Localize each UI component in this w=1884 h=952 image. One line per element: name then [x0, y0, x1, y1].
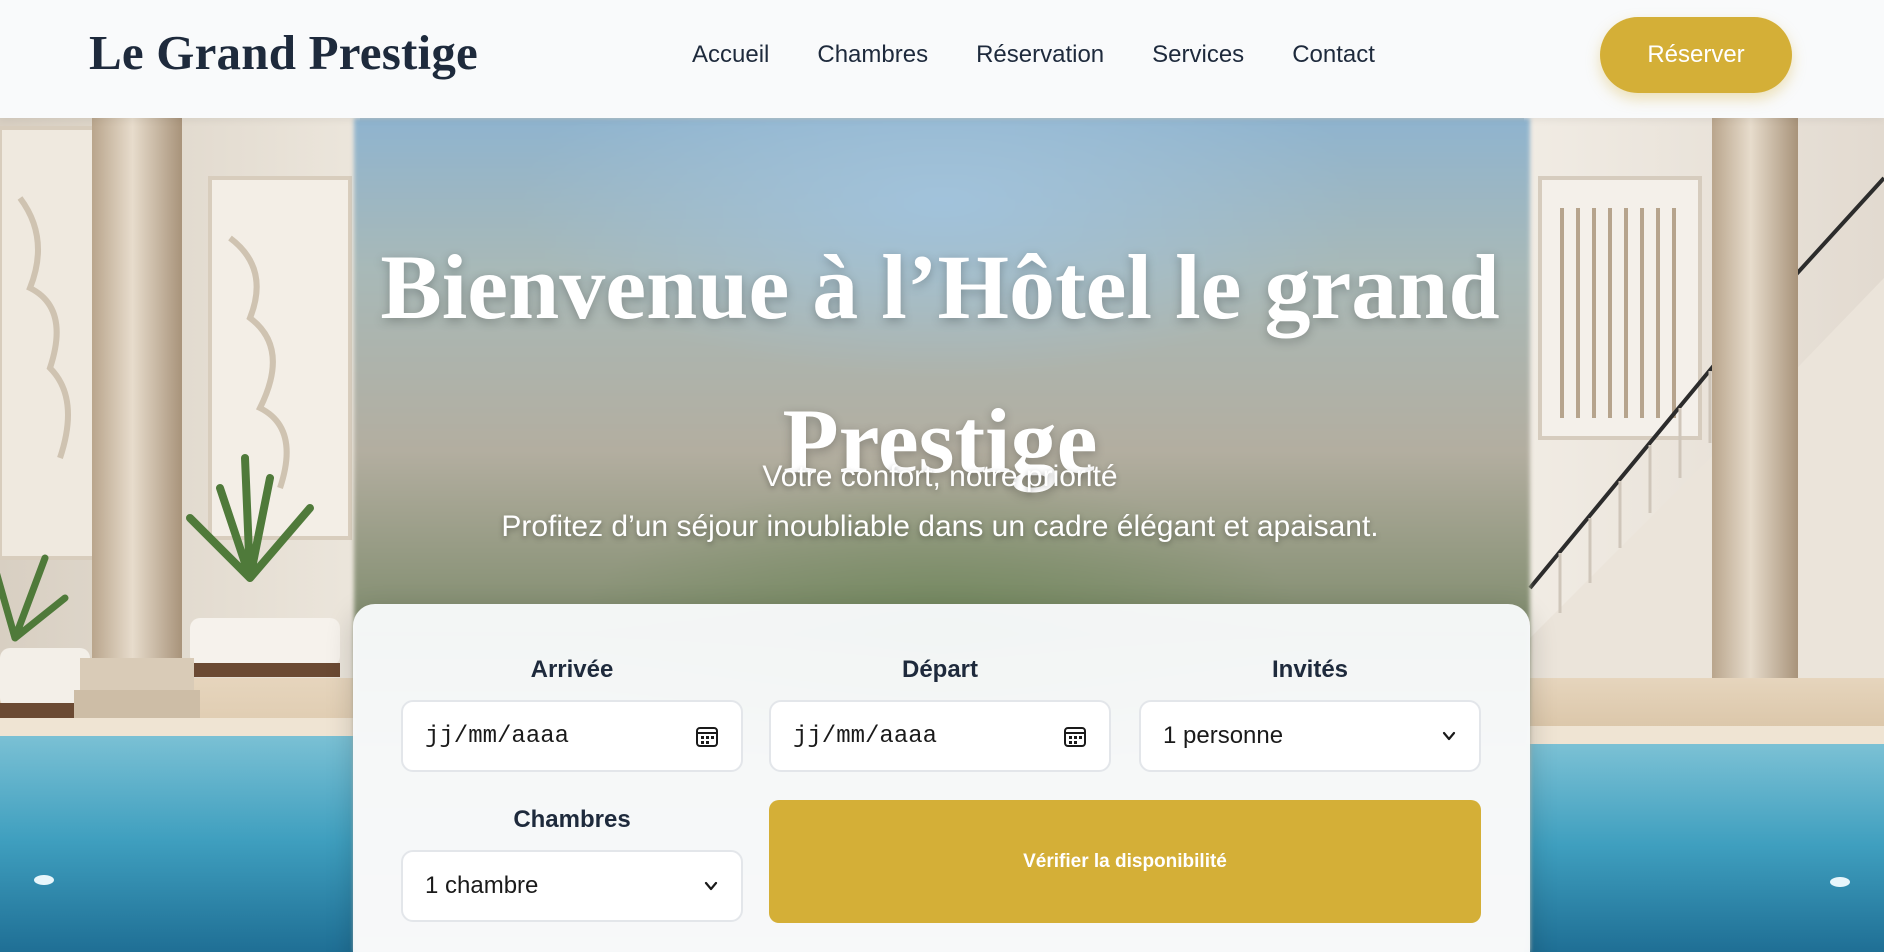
- departure-date-input[interactable]: jj/mm/aaaa: [769, 700, 1111, 772]
- site-header: Le Grand Prestige Accueil Chambres Réser…: [0, 0, 1884, 118]
- departure-label: Départ: [901, 656, 979, 683]
- nav-link-services[interactable]: Services: [1152, 41, 1244, 69]
- guests-label: Invités: [1271, 656, 1349, 683]
- departure-date-placeholder: jj/mm/aaaa: [793, 722, 938, 750]
- arrival-date-input[interactable]: jj/mm/aaaa: [401, 700, 743, 772]
- check-availability-button[interactable]: Vérifier la disponibilité: [769, 800, 1481, 923]
- calendar-icon[interactable]: [695, 724, 719, 748]
- nav-link-contact[interactable]: Contact: [1292, 41, 1375, 69]
- nav-link-accueil[interactable]: Accueil: [692, 41, 769, 69]
- booking-form: Arrivée jj/mm/aaaa Départ jj/mm/aaaa Inv…: [353, 604, 1530, 952]
- arrival-label: Arrivée: [530, 656, 614, 683]
- main-nav: Accueil Chambres Réservation Services Co…: [692, 38, 1375, 72]
- guests-select[interactable]: 1 personne: [1139, 700, 1481, 772]
- rooms-label: Chambres: [513, 806, 631, 833]
- nav-link-chambres[interactable]: Chambres: [817, 41, 928, 69]
- rooms-select[interactable]: 1 chambre: [401, 850, 743, 922]
- nav-link-reservation[interactable]: Réservation: [976, 41, 1104, 69]
- arrival-date-placeholder: jj/mm/aaaa: [425, 722, 570, 750]
- chevron-down-icon: [1441, 728, 1457, 744]
- hero-section: Bienvenue à l’Hôtel le grand Prestige Vo…: [0, 118, 1884, 952]
- hero-tagline: Votre confort, notre priorité: [762, 460, 1118, 493]
- reserve-button[interactable]: Réserver: [1600, 17, 1792, 93]
- brand-logo-text[interactable]: Le Grand Prestige: [89, 24, 478, 81]
- rooms-selected-value: 1 chambre: [425, 872, 539, 899]
- hero-subtitle: Profitez d’un séjour inoubliable dans un…: [501, 510, 1379, 543]
- calendar-icon[interactable]: [1063, 724, 1087, 748]
- guests-selected-value: 1 personne: [1163, 722, 1284, 749]
- chevron-down-icon: [703, 878, 719, 894]
